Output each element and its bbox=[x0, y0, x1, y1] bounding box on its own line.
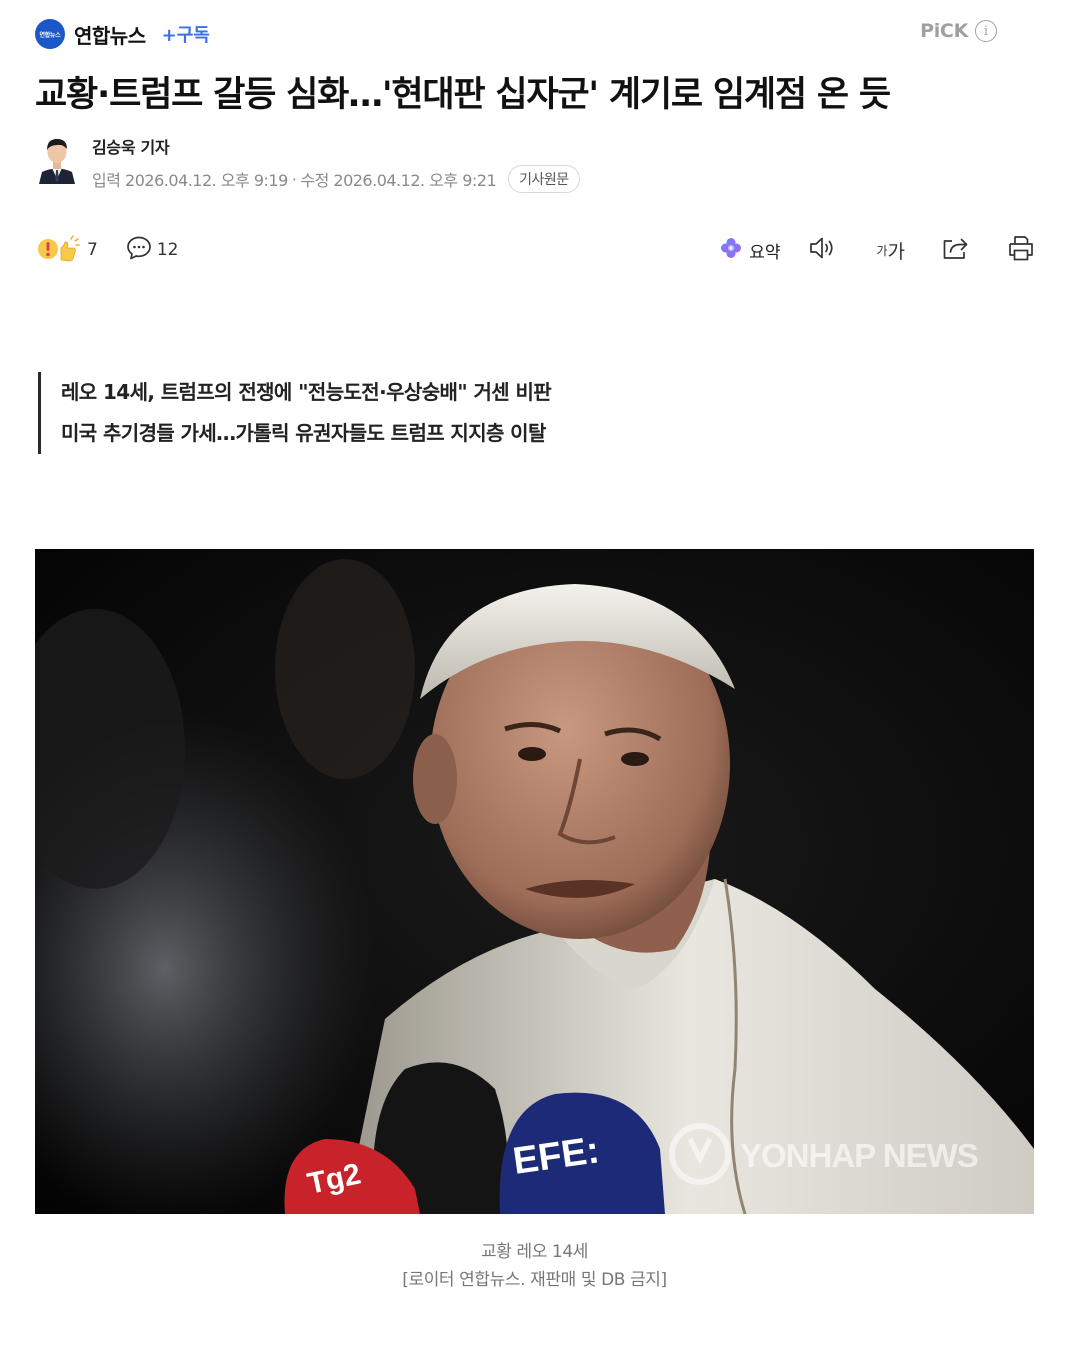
font-small-label: 가 bbox=[876, 243, 888, 258]
reaction-emoji-icon bbox=[35, 234, 81, 266]
subscribe-button[interactable]: +구독 bbox=[162, 21, 210, 47]
date-separator: · bbox=[291, 169, 297, 189]
info-icon[interactable]: i bbox=[975, 20, 997, 42]
font-large-label: 가 bbox=[887, 240, 905, 263]
edit-date: 수정 2026.04.12. 오후 9:21 bbox=[300, 171, 497, 190]
ai-summary-icon bbox=[719, 236, 743, 264]
text-to-speech-button[interactable] bbox=[808, 235, 836, 265]
font-size-button[interactable]: 가가 bbox=[876, 237, 905, 264]
pick-label: PiCK bbox=[920, 20, 968, 42]
comment-count: 12 bbox=[156, 240, 179, 260]
photo-watermark: YONHAP NEWS bbox=[740, 1137, 978, 1174]
article-subheadings: 레오 14세, 트럼프의 전쟁에 "전능도전·우상숭배" 거센 비판 미국 추기… bbox=[38, 372, 552, 454]
print-button[interactable] bbox=[1007, 234, 1035, 266]
caption-line-2: [로이터 연합뉴스. 재판매 및 DB 금지] bbox=[402, 1270, 667, 1290]
reaction-count: 7 bbox=[87, 240, 98, 260]
original-article-button[interactable]: 기사원문 bbox=[508, 165, 580, 193]
speaker-icon bbox=[808, 235, 836, 265]
article-headline: 교황·트럼프 갈등 심화…'현대판 십자군' 계기로 임계점 온 듯 bbox=[35, 75, 891, 115]
summary-button[interactable]: 요약 bbox=[719, 236, 780, 264]
reaction-button[interactable]: 7 bbox=[35, 234, 98, 266]
photo-caption: 교황 레오 14세 [로이터 연합뉴스. 재판매 및 DB 금지] bbox=[35, 1238, 1034, 1294]
byline: 김승욱 기자 입력 2026.04.12. 오후 9:19 · 수정 2026.… bbox=[35, 132, 580, 193]
input-date: 입력 2026.04.12. 오후 9:19 bbox=[92, 171, 288, 190]
share-button[interactable] bbox=[941, 235, 969, 265]
reporter-avatar[interactable] bbox=[35, 132, 79, 184]
article-action-bar: 7 12 요약 가 가 bbox=[35, 230, 1035, 270]
caption-line-1: 교황 레오 14세 bbox=[480, 1242, 589, 1262]
print-icon bbox=[1007, 234, 1035, 266]
article-photo[interactable]: Tg2 EFE: YONHAP NEWS bbox=[35, 549, 1034, 1214]
comment-button[interactable]: 12 bbox=[126, 235, 179, 265]
press-logo[interactable]: 연합뉴스 bbox=[35, 19, 65, 49]
subhead-2: 미국 추기경들 가세…가톨릭 유권자들도 트럼프 지지층 이탈 bbox=[61, 421, 546, 445]
comment-bubble-icon bbox=[126, 235, 152, 265]
share-icon bbox=[941, 235, 969, 265]
press-header: 연합뉴스 연합뉴스 +구독 PiCK i bbox=[35, 18, 1035, 50]
summary-label: 요약 bbox=[749, 242, 781, 263]
press-name[interactable]: 연합뉴스 bbox=[74, 20, 146, 49]
pick-badge[interactable]: PiCK i bbox=[920, 20, 997, 42]
reporter-name[interactable]: 김승욱 기자 bbox=[92, 134, 580, 158]
article-tools: 요약 가가 bbox=[719, 230, 1035, 270]
subhead-1: 레오 14세, 트럼프의 전쟁에 "전능도전·우상숭배" 거센 비판 bbox=[61, 380, 552, 404]
article-dates: 입력 2026.04.12. 오후 9:19 · 수정 2026.04.12. … bbox=[92, 165, 580, 193]
